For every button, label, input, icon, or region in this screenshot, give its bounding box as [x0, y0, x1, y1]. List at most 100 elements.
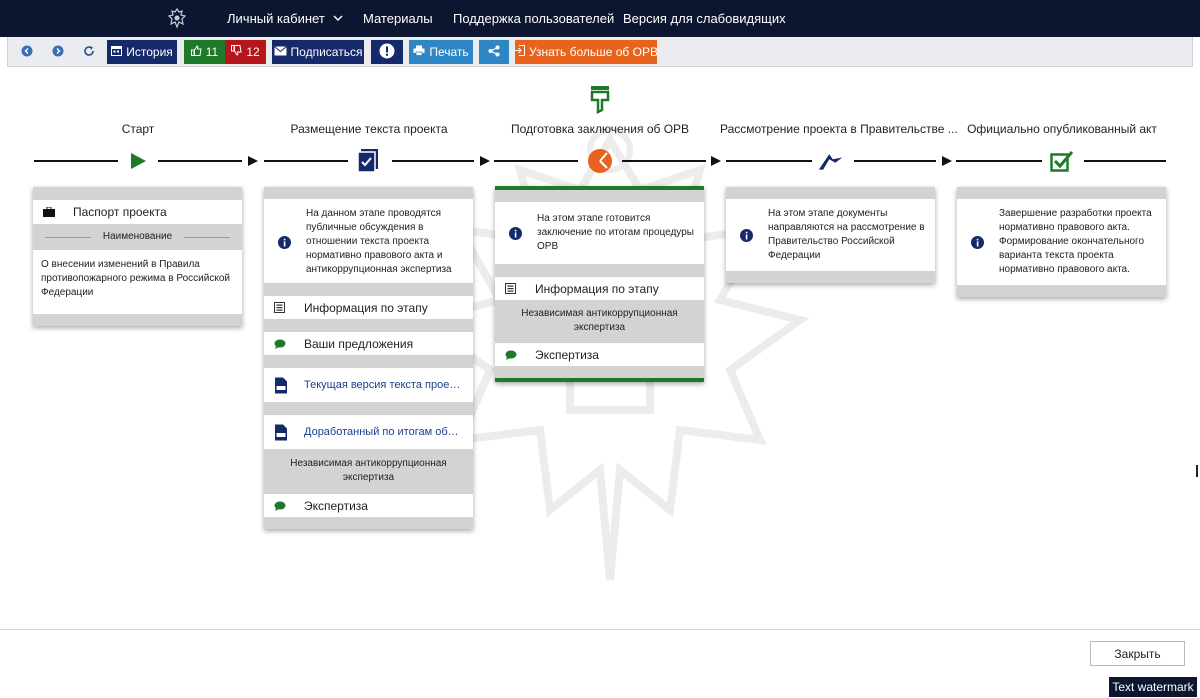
share-button[interactable] — [479, 40, 509, 64]
stage-description: На этом этапе документы направляются на … — [726, 199, 935, 271]
envelope-icon — [273, 45, 287, 59]
subscribe-button[interactable]: Подписаться — [272, 40, 364, 64]
toolbar: История 11 12 Подписаться Печать Узнать … — [7, 37, 1193, 67]
exclamation-icon — [379, 43, 395, 62]
card-gap — [495, 264, 704, 276]
card-gap — [264, 355, 473, 367]
list-icon — [274, 301, 294, 315]
briefcase-icon — [43, 205, 63, 219]
timeline-line — [854, 160, 936, 162]
printer-icon — [413, 45, 425, 59]
card-gap — [264, 402, 473, 414]
close-button[interactable]: Закрыть — [1090, 641, 1185, 666]
card-posting: На данном этапе проводятся публичные обс… — [264, 187, 473, 529]
stage-title-start: Старт — [121, 122, 155, 136]
divider — [184, 236, 231, 238]
stage-title-published: Официально опубликованный акт — [967, 122, 1157, 136]
back-icon[interactable] — [20, 44, 34, 58]
share-icon — [488, 45, 500, 60]
dislike-button[interactable]: 12 — [225, 40, 266, 64]
checkbox-icon[interactable] — [1049, 148, 1075, 174]
timeline-arrow — [248, 156, 258, 166]
thumbs-down-icon — [231, 45, 242, 59]
stage-title-posting: Размещение текста проекта — [290, 122, 448, 136]
print-button[interactable]: Печать — [409, 40, 473, 64]
play-icon[interactable] — [125, 148, 151, 174]
card-government: На этом этапе документы направляются на … — [726, 187, 935, 283]
forward-icon[interactable] — [51, 44, 65, 58]
stage-description: На этом этапе готовится заключение по ит… — [495, 202, 704, 264]
alert-button[interactable] — [371, 40, 403, 64]
stage-info-link[interactable]: Информация по этапу — [264, 295, 473, 319]
flag-icon[interactable] — [818, 148, 844, 174]
pointing-hand-icon — [590, 86, 610, 114]
text-watermark: Text watermark — [1109, 677, 1197, 697]
anticorruption-section-header: Независимая антикоррупционная экспертиза — [495, 300, 704, 342]
nav-user-support[interactable]: Поддержка пользователей — [453, 11, 614, 26]
stage-info-link[interactable]: Информация по этапу — [495, 276, 704, 300]
expertise-link[interactable]: Экспертиза — [495, 342, 704, 366]
card-published: Завершение разработки проекта нормативно… — [957, 187, 1166, 297]
card-bar — [726, 187, 935, 199]
learn-more-button[interactable]: Узнать больше об ОРВ — [514, 40, 658, 64]
card-start: Паспорт проекта Наименование О внесении … — [33, 187, 242, 326]
docx-file-icon — [274, 377, 294, 393]
info-icon — [509, 226, 531, 240]
comment-icon — [274, 337, 294, 351]
timeline-line — [494, 160, 578, 162]
card-bar — [33, 187, 242, 199]
scrollbar-marker[interactable] — [1196, 465, 1198, 477]
stage-description: На данном этапе проводятся публичные обс… — [264, 199, 473, 283]
timeline-line — [726, 160, 812, 162]
timeline-line — [158, 160, 242, 162]
card-bar — [495, 190, 704, 202]
timeline-line — [956, 160, 1042, 162]
docx-file-icon — [274, 424, 294, 440]
expertise-link[interactable]: Экспертиза — [264, 493, 473, 517]
anticorruption-section-header: Независимая антикоррупционная экспертиза — [264, 449, 473, 493]
nav-accessibility-version[interactable]: Версия для слабовидящих — [623, 11, 786, 26]
card-conclusion: На этом этапе готовится заключение по ит… — [495, 186, 704, 382]
thumbs-up-icon — [190, 45, 202, 59]
project-passport-link[interactable]: Паспорт проекта — [33, 199, 242, 224]
timeline-arrow — [942, 156, 952, 166]
sign-in-icon — [514, 45, 526, 59]
stage-title-conclusion: Подготовка заключения об ОРВ — [510, 122, 690, 136]
card-bar — [33, 314, 242, 326]
doc-current-version-link[interactable]: Текущая версия текста проекта норм... — [264, 367, 473, 402]
stage-description: Завершение разработки проекта нормативно… — [957, 199, 1166, 285]
refresh-icon[interactable] — [82, 44, 96, 58]
card-bar — [495, 366, 704, 378]
pie-progress-icon[interactable] — [587, 148, 613, 174]
card-gap — [264, 319, 473, 331]
name-header: Наименование — [33, 224, 242, 250]
timeline-arrow — [480, 156, 490, 166]
chevron-down-icon — [333, 10, 343, 25]
nav-materials[interactable]: Материалы — [363, 11, 433, 26]
card-gap — [264, 283, 473, 295]
comment-icon — [274, 499, 294, 513]
coat-of-arms-icon[interactable] — [166, 7, 188, 29]
timeline-line — [392, 160, 474, 162]
timeline-line — [264, 160, 348, 162]
timeline-line — [34, 160, 118, 162]
top-navbar: Личный кабинет Материалы Поддержка польз… — [0, 0, 1200, 37]
history-button[interactable]: История — [107, 40, 177, 64]
timeline-arrow — [711, 156, 721, 166]
like-button[interactable]: 11 — [184, 40, 225, 64]
calendar-icon — [111, 45, 123, 59]
info-icon — [971, 235, 993, 249]
divider — [45, 236, 91, 238]
card-bar — [264, 187, 473, 199]
doc-revised-version-link[interactable]: Доработанный по итогам обсуждени... — [264, 414, 473, 449]
comment-icon — [505, 348, 525, 362]
card-bar — [957, 187, 1166, 199]
list-icon — [505, 282, 525, 296]
timeline-line — [1084, 160, 1166, 162]
info-icon — [740, 228, 762, 242]
card-bar — [264, 517, 473, 529]
nav-personal-account[interactable]: Личный кабинет — [227, 11, 343, 26]
document-check-icon[interactable] — [355, 148, 381, 174]
your-proposals-link[interactable]: Ваши предложения — [264, 331, 473, 355]
footer-divider — [0, 629, 1200, 630]
